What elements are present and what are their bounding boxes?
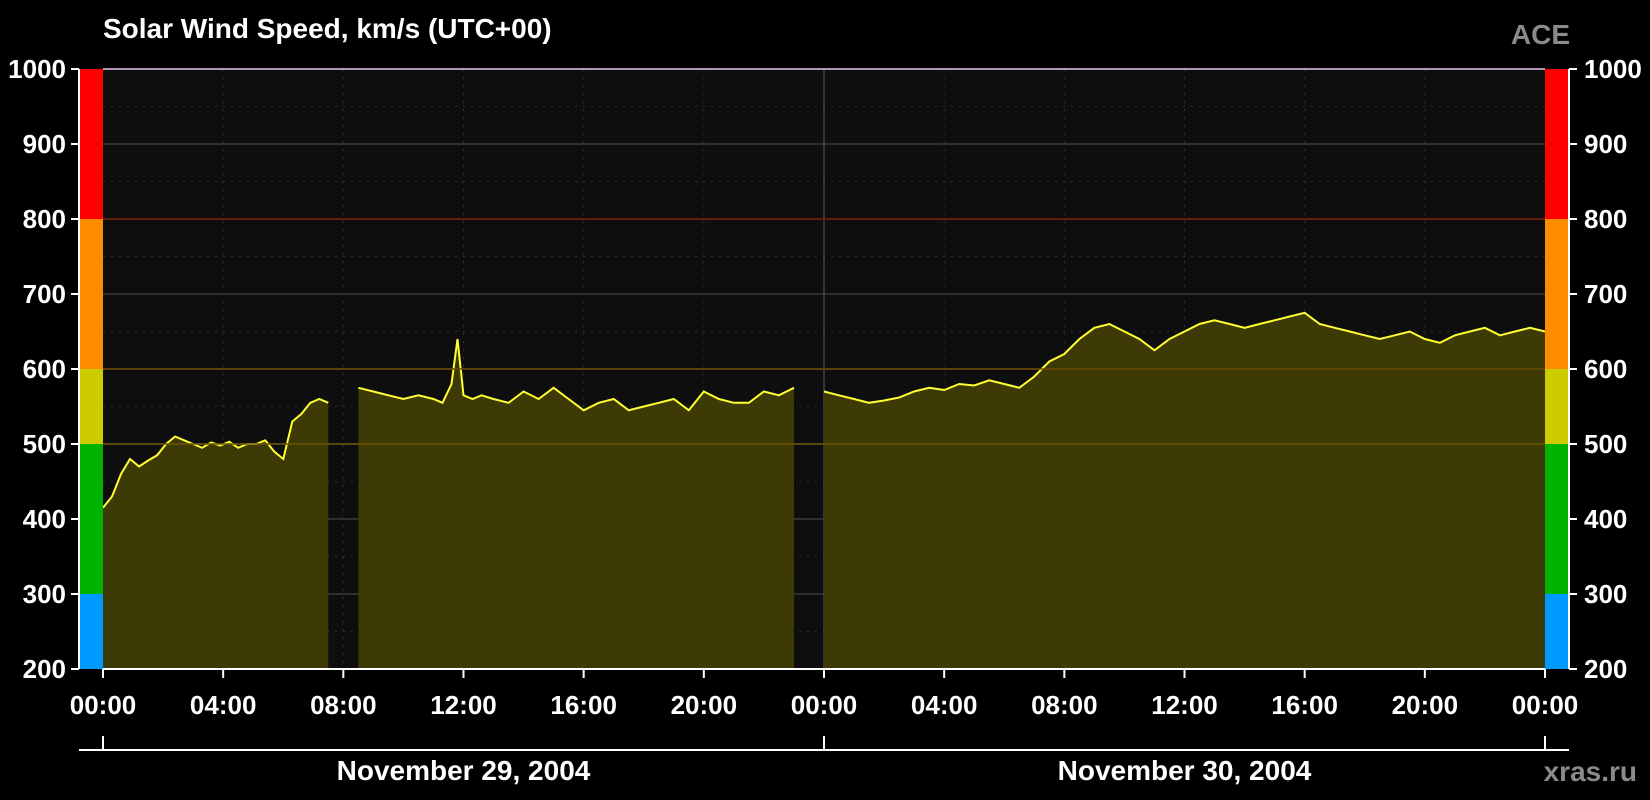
x-tick-label: 08:00 <box>310 690 377 720</box>
y-tick-label: 400 <box>1584 504 1627 534</box>
y-axis-left: 200 300 400 500 600 700 800 900 1000 <box>8 54 80 684</box>
y-tick-label: 500 <box>1584 429 1627 459</box>
date-axis: November 29, 2004 November 30, 2004 <box>79 736 1569 786</box>
y-tick-label: 900 <box>1584 129 1627 159</box>
speed-band-200-300 <box>79 594 103 669</box>
y-tick-label: 600 <box>1584 354 1627 384</box>
x-tick-label: 12:00 <box>1151 690 1218 720</box>
x-axis: 00:00 04:00 08:00 12:00 16:00 20:00 00:00 04:00… <box>70 668 1579 720</box>
y-tick-label: 1000 <box>8 54 66 84</box>
y-tick-label: 300 <box>1584 579 1627 609</box>
speed-band-600-800 <box>79 219 103 369</box>
chart-title: Solar Wind Speed, km/s (UTC+00) <box>103 13 552 44</box>
watermark: xras.ru <box>1544 756 1637 787</box>
y-tick-label: 700 <box>1584 279 1627 309</box>
x-tick-label: 04:00 <box>911 690 978 720</box>
speed-band-500-600 <box>1545 369 1569 444</box>
date-label: November 30, 2004 <box>1058 755 1312 786</box>
speed-band-500-600 <box>79 369 103 444</box>
x-tick-label: 08:00 <box>1031 690 1098 720</box>
x-tick-label: 00:00 <box>70 690 137 720</box>
speed-band-800-1000 <box>1545 69 1569 219</box>
speed-band-600-800 <box>1545 219 1569 369</box>
x-tick-label: 00:00 <box>1512 690 1579 720</box>
y-axis-right: 200 300 400 500 600 700 800 900 1000 <box>1568 54 1642 684</box>
x-tick-label: 20:00 <box>671 690 738 720</box>
y-tick-label: 300 <box>23 579 66 609</box>
y-tick-label: 900 <box>23 129 66 159</box>
y-tick-label: 500 <box>23 429 66 459</box>
date-label: November 29, 2004 <box>337 755 591 786</box>
y-tick-label: 600 <box>23 354 66 384</box>
source-label: ACE <box>1511 19 1570 50</box>
x-tick-label: 16:00 <box>1271 690 1338 720</box>
solar-wind-chart: Solar Wind Speed, km/s (UTC+00) ACE 200 3… <box>8 13 1642 787</box>
speed-band-200-300 <box>1545 594 1569 669</box>
x-tick-label: 20:00 <box>1392 690 1459 720</box>
x-tick-label: 12:00 <box>430 690 497 720</box>
y-tick-label: 700 <box>23 279 66 309</box>
y-tick-label: 800 <box>23 204 66 234</box>
y-tick-label: 800 <box>1584 204 1627 234</box>
y-tick-label: 200 <box>1584 654 1627 684</box>
y-tick-label: 400 <box>23 504 66 534</box>
speed-band-800-1000 <box>79 69 103 219</box>
x-tick-label: 00:00 <box>791 690 858 720</box>
y-tick-label: 200 <box>23 654 66 684</box>
speed-scale-left <box>79 69 103 669</box>
x-tick-label: 16:00 <box>550 690 617 720</box>
speed-band-300-500 <box>1545 444 1569 594</box>
speed-scale-right <box>1545 69 1569 669</box>
x-tick-label: 04:00 <box>190 690 257 720</box>
speed-band-300-500 <box>79 444 103 594</box>
y-tick-label: 1000 <box>1584 54 1642 84</box>
